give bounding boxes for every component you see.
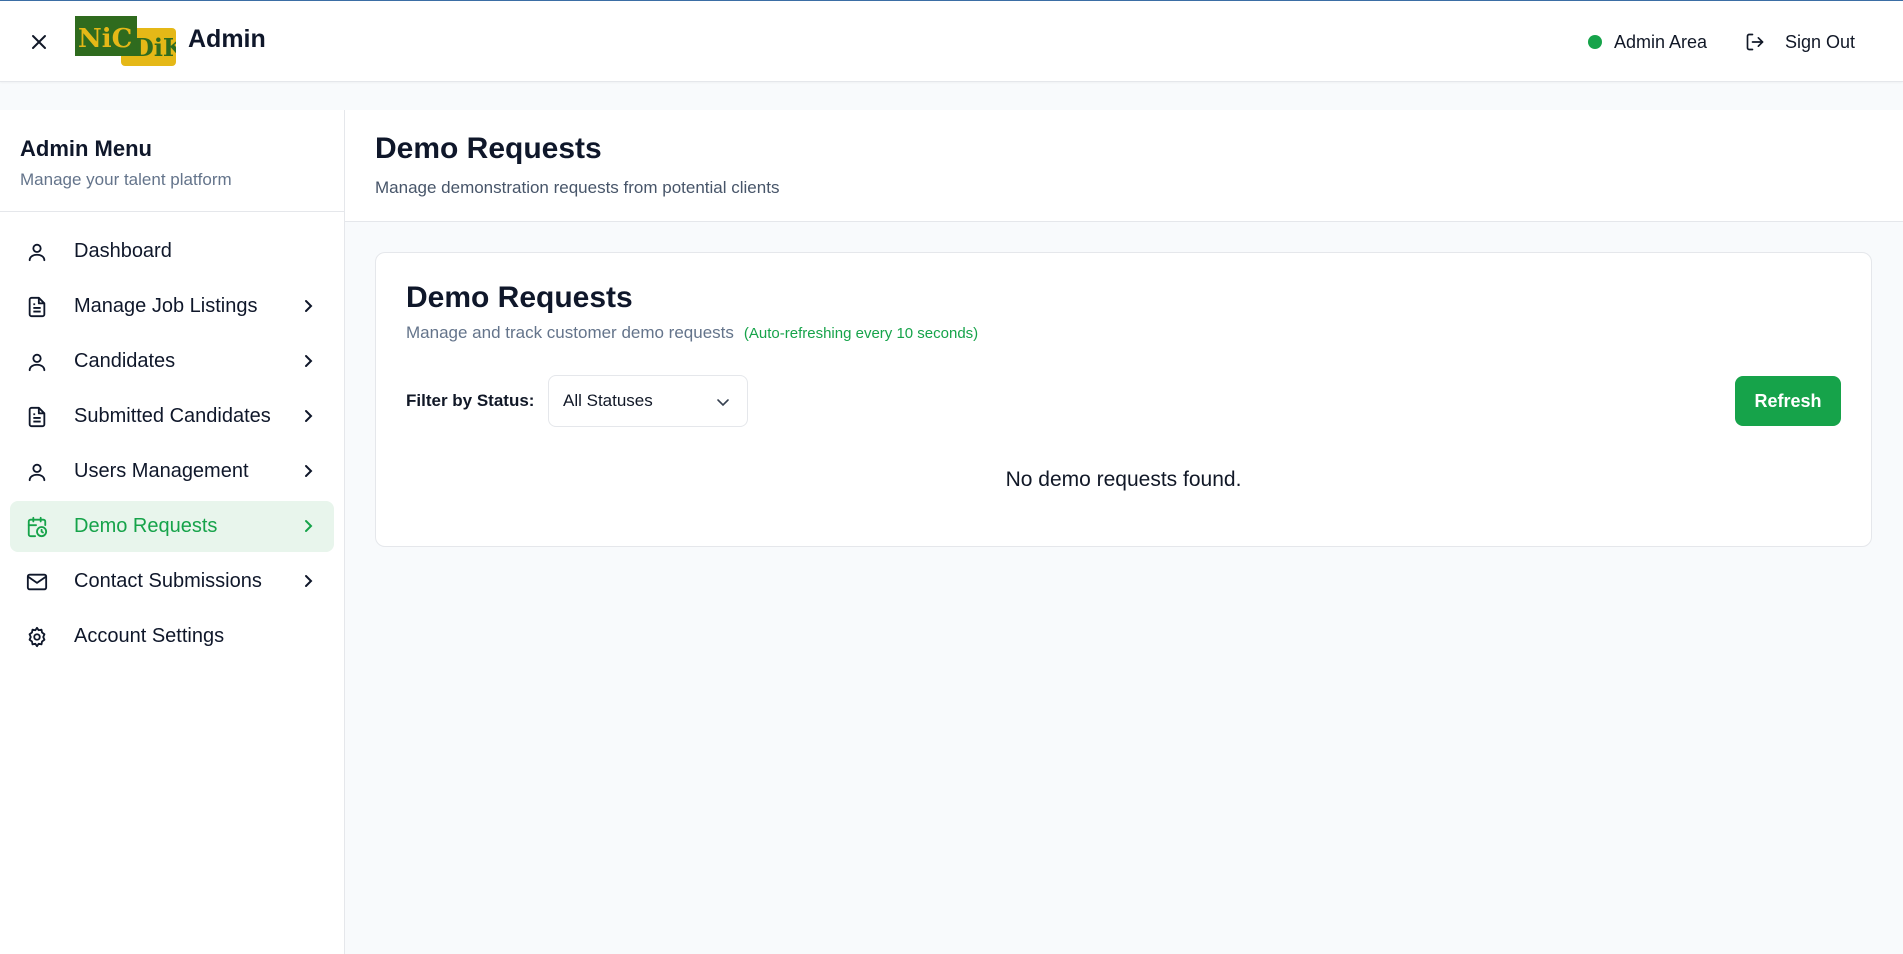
chevron-right-icon (305, 410, 313, 422)
sidebar-item-label: Contact Submissions (74, 570, 262, 592)
sidebar-item-account-settings[interactable]: Account Settings (10, 611, 334, 662)
mail-icon (24, 569, 50, 595)
status-dot-icon (1588, 35, 1602, 49)
sidebar-menu: Dashboard Manage Job Listings Candidates… (0, 212, 344, 662)
filter-status-label: Filter by Status: (406, 391, 535, 410)
status-filter-select[interactable]: All Statuses (548, 375, 748, 427)
sidebar-item-label: Manage Job Listings (74, 295, 258, 317)
gear-icon (24, 624, 50, 650)
sidebar-item-dashboard[interactable]: Dashboard (10, 226, 334, 277)
sidebar-item-demo-requests[interactable]: Demo Requests (10, 501, 334, 552)
top-bar: NiC DiK Admin Admin Area Sign Out (0, 0, 1903, 82)
sidebar-item-label: Demo Requests (74, 515, 218, 537)
card-subtitle: Manage and track customer demo requests (406, 323, 734, 342)
sidebar-header: Admin Menu Manage your talent platform (0, 110, 344, 212)
sidebar-item-candidates[interactable]: Candidates (10, 336, 334, 387)
close-icon[interactable] (24, 27, 54, 57)
page-header: Demo Requests Manage demonstration reque… (345, 110, 1903, 222)
chevron-right-icon (305, 520, 313, 532)
sidebar-item-label: Users Management (74, 460, 249, 482)
auto-refresh-note: (Auto-refreshing every 10 seconds) (743, 325, 979, 342)
sidebar-title: Admin Menu (20, 136, 152, 161)
sign-out-button[interactable]: Sign Out (1745, 27, 1855, 57)
refresh-button[interactable]: Refresh (1735, 376, 1841, 426)
chevron-right-icon (305, 465, 313, 477)
status-filter-value: All Statuses (563, 391, 653, 410)
user-icon (24, 349, 50, 375)
chevron-down-icon (717, 399, 729, 407)
svg-text:NiC: NiC (78, 24, 132, 54)
document-icon (24, 294, 50, 320)
user-icon (24, 239, 50, 265)
sidebar-item-label: Submitted Candidates (74, 405, 271, 427)
admin-area-label: Admin Area (1614, 31, 1708, 52)
user-icon (24, 459, 50, 485)
app-title: Admin (188, 25, 266, 53)
demo-requests-card: Demo Requests Manage and track customer … (375, 252, 1872, 547)
chevron-right-icon (305, 300, 313, 312)
sign-out-icon (1746, 33, 1764, 51)
logo[interactable]: NiC DiK (75, 16, 185, 66)
svg-text:DiK: DiK (133, 33, 176, 62)
chevron-right-icon (305, 575, 313, 587)
sidebar-item-label: Account Settings (74, 625, 225, 647)
page-subtitle: Manage demonstration requests from poten… (375, 178, 780, 197)
calendar-clock-icon (24, 514, 50, 540)
admin-area-indicator: Admin Area (1588, 29, 1707, 55)
card-title: Demo Requests (406, 281, 633, 314)
sign-out-label: Sign Out (1785, 31, 1856, 52)
page-title: Demo Requests (375, 132, 602, 165)
sidebar: Admin Menu Manage your talent platform D… (0, 110, 345, 954)
empty-state-message: No demo requests found. (1005, 468, 1242, 491)
document-icon (24, 404, 50, 430)
chevron-right-icon (305, 355, 313, 367)
card-subtitle-row: Manage and track customer demo requests … (406, 323, 978, 343)
sidebar-item-label: Dashboard (74, 240, 172, 262)
sidebar-item-users-management[interactable]: Users Management (10, 446, 334, 497)
sidebar-item-contact-submissions[interactable]: Contact Submissions (10, 556, 334, 607)
sidebar-item-manage-job-listings[interactable]: Manage Job Listings (10, 281, 334, 332)
sidebar-subtitle: Manage your talent platform (20, 170, 232, 189)
sidebar-item-label: Candidates (74, 350, 176, 372)
sidebar-item-submitted-candidates[interactable]: Submitted Candidates (10, 391, 334, 442)
